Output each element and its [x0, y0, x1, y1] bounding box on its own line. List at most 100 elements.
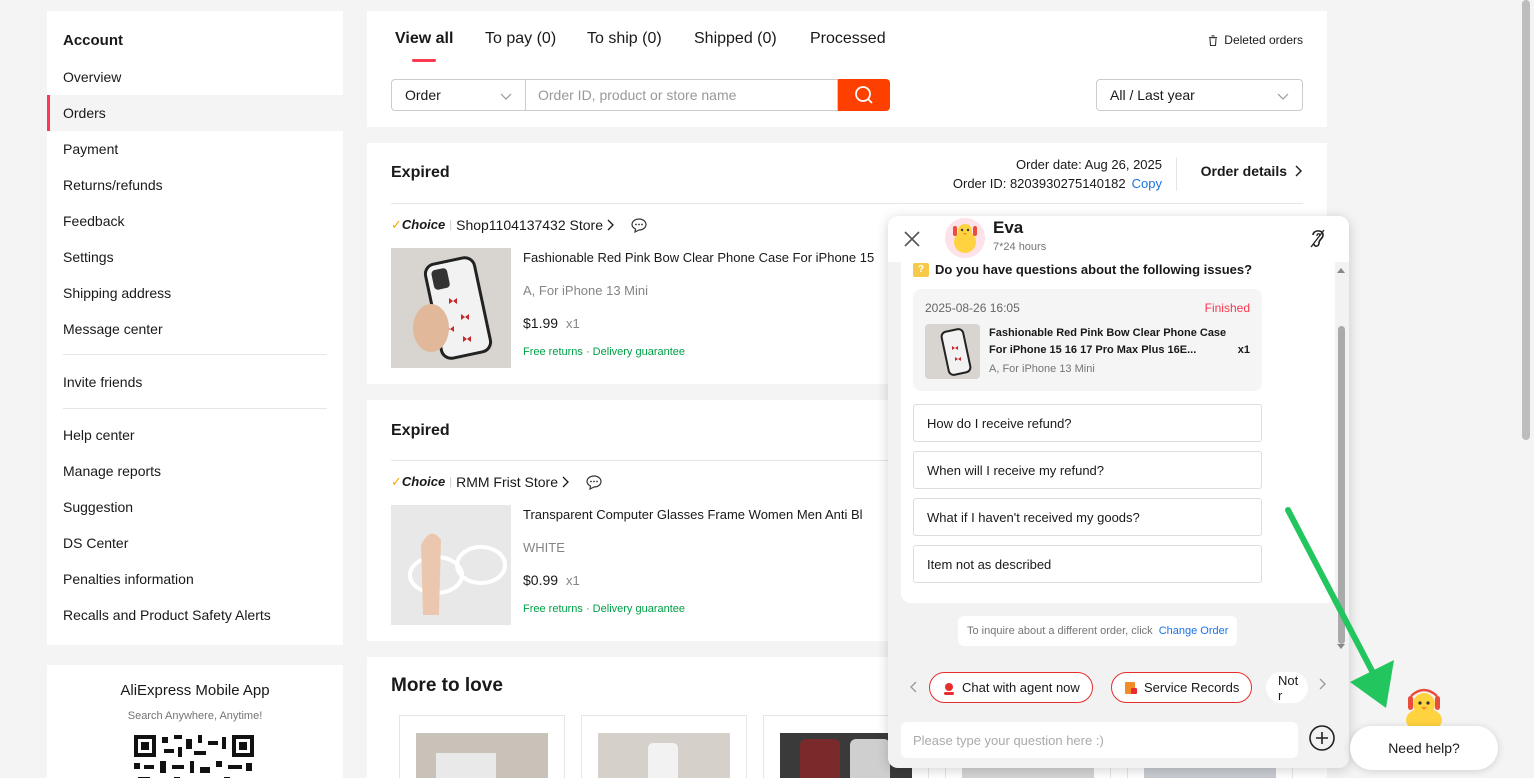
trash-icon: [1209, 34, 1218, 46]
order-date: Order date: Aug 26, 2025: [1016, 157, 1162, 172]
product-image[interactable]: [391, 248, 511, 368]
order-type-select[interactable]: Order: [391, 79, 526, 111]
not-received-button[interactable]: Not r: [1266, 672, 1308, 703]
choice-badge: ✓Choice: [391, 217, 446, 232]
order-details-link[interactable]: Order details: [1201, 163, 1303, 179]
chevron-left-icon[interactable]: [908, 681, 918, 693]
product-price: $1.99: [523, 315, 559, 331]
qr-code-icon: [134, 735, 254, 778]
sidebar-item-penalties[interactable]: Penalties information: [63, 571, 194, 587]
sidebar-item-recalls[interactable]: Recalls and Product Safety Alerts: [63, 607, 271, 623]
tab-active-indicator: [412, 59, 436, 62]
deleted-orders-link[interactable]: Deleted orders: [1208, 33, 1303, 47]
chat-order-status: Finished: [1204, 301, 1250, 315]
headset-icon: [944, 682, 954, 695]
tab-shipped[interactable]: Shipped (0): [694, 30, 777, 48]
sidebar-item-message-center[interactable]: Message center: [63, 321, 163, 337]
service-records-label: Service Records: [1144, 680, 1240, 695]
service-records-button[interactable]: Service Records: [1111, 672, 1253, 703]
product-image[interactable]: [391, 505, 511, 625]
order-status: Expired: [391, 422, 450, 439]
page-scrollbar[interactable]: [1522, 0, 1530, 440]
store-row[interactable]: ✓Choice | Shop1104137432 Store: [391, 217, 647, 233]
chat-with-agent-label: Chat with agent now: [962, 680, 1080, 695]
chat-message-card: ? Do you have questions about the follow…: [901, 262, 1335, 603]
sidebar-item-settings[interactable]: Settings: [63, 249, 114, 265]
product-title[interactable]: Transparent Computer Glasses Frame Women…: [523, 507, 863, 522]
tab-processed[interactable]: Processed: [810, 30, 886, 48]
period-value: All / Last year: [1110, 87, 1195, 103]
chat-order-summary[interactable]: 2025-08-26 16:05 Finished Fashionable Re…: [913, 289, 1262, 391]
chat-icon[interactable]: [631, 217, 647, 233]
sidebar-item-manage-reports[interactable]: Manage reports: [63, 463, 161, 479]
product-qty: x1: [566, 573, 580, 588]
question-title: ? Do you have questions about the follow…: [913, 262, 1252, 277]
chevron-right-icon: [562, 476, 569, 488]
tab-to-pay[interactable]: To pay (0): [485, 30, 556, 48]
records-icon: [1125, 681, 1137, 694]
choice-separator: |: [449, 219, 453, 231]
faq-option[interactable]: What if I haven't received my goods?: [913, 498, 1262, 536]
period-select[interactable]: All / Last year: [1096, 79, 1303, 111]
meta-separator: [1176, 157, 1177, 191]
agent-name: Eva: [993, 218, 1024, 237]
sidebar-item-orders[interactable]: Orders: [63, 105, 106, 121]
recommendation-card[interactable]: [581, 715, 747, 778]
chat-scroll-thumb[interactable]: [1338, 326, 1345, 644]
sidebar-item-overview[interactable]: Overview: [63, 69, 121, 85]
tab-to-ship[interactable]: To ship (0): [587, 30, 662, 48]
faq-option[interactable]: How do I receive refund?: [913, 404, 1262, 442]
product-title[interactable]: Fashionable Red Pink Bow Clear Phone Cas…: [523, 250, 874, 265]
faq-option[interactable]: Item not as described: [913, 545, 1262, 583]
chat-message-input[interactable]: Please type your question here :): [901, 722, 1298, 758]
recommendation-card[interactable]: [399, 715, 565, 778]
sidebar-item-suggestion[interactable]: Suggestion: [63, 499, 133, 515]
chat-input-placeholder: Please type your question here :): [913, 732, 1104, 748]
store-name[interactable]: RMM Frist Store: [456, 474, 558, 490]
question-icon: ?: [913, 262, 929, 277]
need-help-button[interactable]: Need help?: [1350, 726, 1498, 770]
chevron-down-icon: [500, 93, 512, 100]
scroll-up-icon[interactable]: [1337, 266, 1345, 274]
ear-icon[interactable]: [1309, 227, 1327, 249]
sidebar-divider: [63, 354, 327, 355]
store-name[interactable]: Shop1104137432 Store: [456, 217, 603, 233]
need-help-label: Need help?: [1388, 740, 1460, 756]
sidebar-item-help-center[interactable]: Help center: [63, 427, 135, 443]
copy-order-id-link[interactable]: Copy: [1132, 176, 1162, 191]
chat-header: Eva 7*24 hours: [888, 216, 1349, 262]
order-details-label: Order details: [1200, 163, 1287, 179]
order-search-input[interactable]: Order ID, product or store name: [525, 79, 838, 111]
scroll-down-icon[interactable]: [1337, 643, 1345, 651]
product-sku: A, For iPhone 13 Mini: [523, 283, 649, 298]
order-id: Order ID: 8203930275140182: [952, 176, 1126, 191]
mobile-app-promo: AliExpress Mobile App Search Anywhere, A…: [47, 665, 343, 778]
chevron-right-icon: [1295, 165, 1302, 177]
product-price-row: $0.99 x1: [523, 572, 580, 588]
support-chat-window: Eva 7*24 hours ? Do you have questions a…: [888, 216, 1349, 768]
sidebar-item-feedback[interactable]: Feedback: [63, 213, 124, 229]
store-row[interactable]: ✓Choice | RMM Frist Store: [391, 474, 602, 490]
add-attachment-icon[interactable]: [1308, 724, 1336, 752]
sidebar-item-payment[interactable]: Payment: [63, 141, 118, 157]
chat-icon[interactable]: [586, 474, 602, 490]
deleted-orders-label: Deleted orders: [1224, 33, 1303, 47]
product-price: $0.99: [523, 572, 559, 588]
change-order-hint: To inquire about a different order, clic…: [958, 616, 1238, 646]
chat-scrollbar[interactable]: [1337, 266, 1345, 651]
search-button[interactable]: [838, 79, 890, 111]
sidebar-item-ds-center[interactable]: DS Center: [63, 535, 128, 551]
close-icon[interactable]: [902, 229, 922, 249]
tab-view-all[interactable]: View all: [395, 30, 453, 48]
chat-with-agent-button[interactable]: Chat with agent now: [929, 672, 1093, 703]
sidebar-item-invite-friends[interactable]: Invite friends: [63, 374, 142, 390]
search-placeholder: Order ID, product or store name: [538, 87, 737, 103]
product-qty: x1: [566, 316, 580, 331]
faq-option[interactable]: When will I receive my refund?: [913, 451, 1262, 489]
change-order-link[interactable]: Change Order: [1159, 625, 1229, 637]
sidebar-item-shipping-address[interactable]: Shipping address: [63, 285, 171, 301]
agent-hours: 7*24 hours: [993, 241, 1047, 253]
chevron-right-icon[interactable]: [1318, 678, 1328, 690]
service-badges: Free returns · Delivery guarantee: [523, 603, 686, 615]
sidebar-item-returns[interactable]: Returns/refunds: [63, 177, 163, 193]
